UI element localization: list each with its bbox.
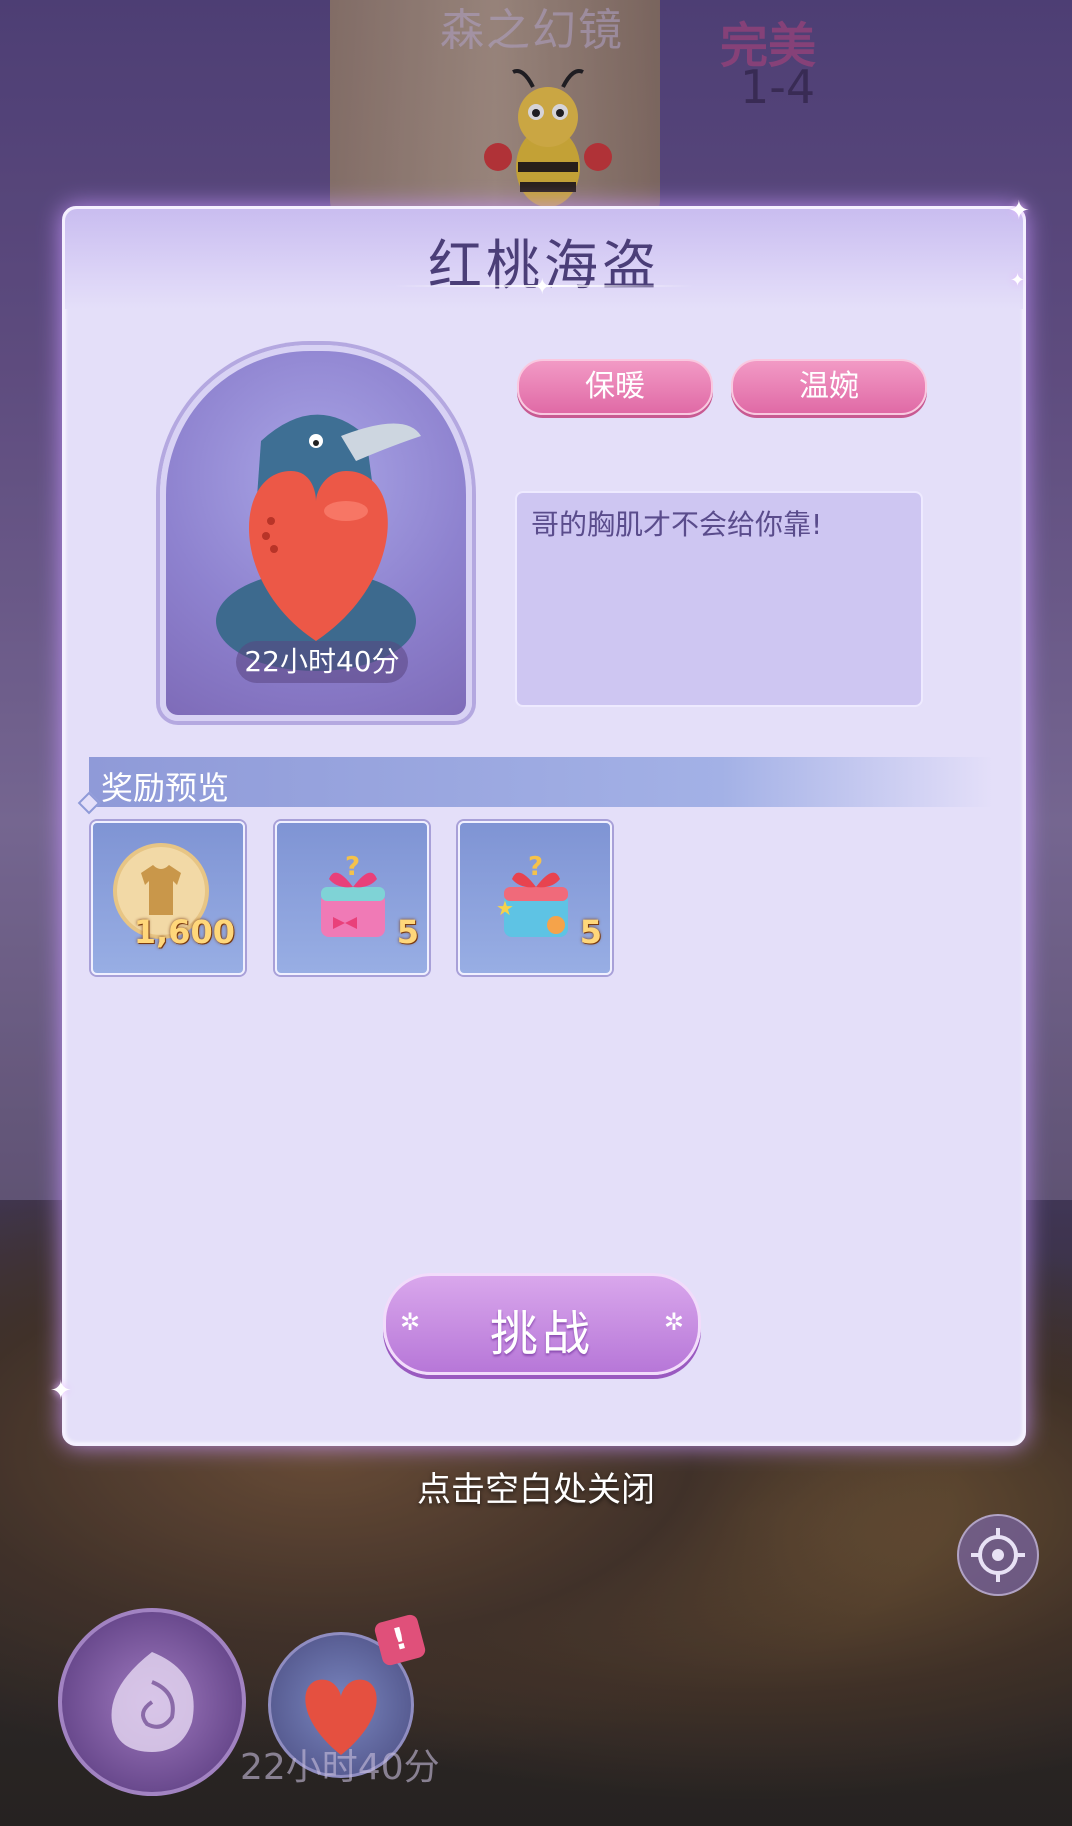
reward-count: 1,600	[133, 913, 235, 951]
svg-text:?: ?	[345, 852, 360, 882]
crosshair-icon	[971, 1528, 1025, 1582]
shell-icon	[111, 1652, 194, 1752]
reward-count: 5	[579, 913, 602, 951]
challenge-button[interactable]: ✲ 挑战 ✲	[383, 1273, 701, 1375]
reward-section-label: 奖励预览	[101, 769, 230, 807]
title-star-icon: ✦	[533, 275, 552, 300]
boss-info-dialog: 红桃海盗 ✦ 22小时40分 保暖 温婉 哥的胸肌才不会给你靠! 奖励预览 1,…	[62, 206, 1026, 1446]
boss-quote-box: 哥的胸肌才不会给你靠!	[515, 491, 923, 707]
boss-portrait: 22小时40分	[160, 345, 472, 721]
trait-tag-gentle: 温婉	[731, 359, 927, 415]
trait-tag-warm: 保暖	[517, 359, 713, 415]
reward-item-blue-gift[interactable]: ? ★ 5	[458, 821, 612, 975]
boss-timer: 22小时40分	[236, 641, 408, 683]
close-hint: 点击空白处关闭	[417, 1470, 655, 1510]
star-icon: ✲	[663, 1308, 684, 1336]
sparkle-icon: ✦	[1008, 196, 1030, 226]
sparkle-icon: ✦	[50, 1376, 72, 1406]
boss-quote: 哥的胸肌才不会给你靠!	[531, 508, 823, 541]
diamond-icon	[77, 791, 101, 815]
shell-menu-button[interactable]	[58, 1608, 246, 1796]
reward-item-pink-gift[interactable]: ? 5	[275, 821, 429, 975]
reward-count: 5	[396, 913, 419, 951]
svg-text:?: ?	[528, 852, 543, 882]
reward-item-clothing-coin[interactable]: 1,600	[91, 821, 245, 975]
challenge-label: 挑战	[489, 1306, 594, 1362]
reward-section-header: 奖励预览	[77, 757, 993, 815]
mini-timer: 22小时40分	[240, 1747, 440, 1788]
svg-text:★: ★	[496, 896, 514, 920]
locate-button[interactable]	[957, 1514, 1039, 1596]
sparkle-icon: ✦	[1010, 270, 1026, 291]
